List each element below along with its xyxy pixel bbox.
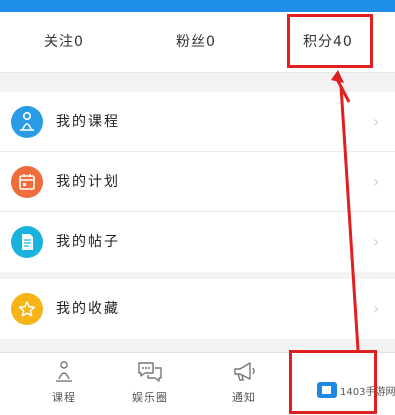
arrow-head (331, 70, 344, 83)
arrow-line (339, 85, 360, 351)
meditation-tab-icon (56, 361, 72, 382)
chat-bubbles-icon (138, 362, 162, 382)
tab-notifications[interactable]: 通知 (214, 353, 274, 415)
watermark-text: 1403手游网 (340, 387, 395, 398)
tab-label: 娱乐圈 (132, 391, 168, 404)
watermark: 1403手游网 (316, 376, 395, 406)
tab-label: 通知 (232, 391, 256, 404)
megaphone-icon (234, 362, 255, 381)
tab-entertainment[interactable]: 娱乐圈 (120, 353, 180, 415)
tab-label: 课程 (52, 391, 76, 404)
watermark-logo-icon (317, 382, 337, 398)
tab-courses[interactable]: 课程 (34, 353, 94, 415)
